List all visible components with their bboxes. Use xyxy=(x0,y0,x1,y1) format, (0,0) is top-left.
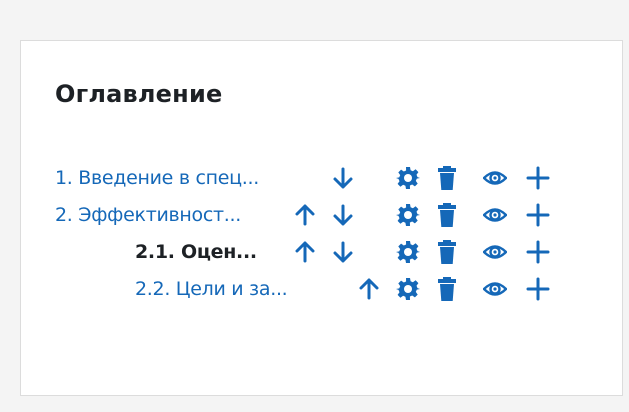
trash-icon[interactable] xyxy=(435,240,459,264)
arrow-up-icon[interactable] xyxy=(357,277,381,301)
toc-heading: Оглавление xyxy=(55,80,223,108)
arrow-up-icon[interactable] xyxy=(293,240,317,264)
gear-icon[interactable] xyxy=(396,166,420,190)
toc-item-link[interactable]: 2. Эффективност... xyxy=(55,204,241,226)
trash-icon[interactable] xyxy=(435,203,459,227)
arrow-down-icon[interactable] xyxy=(331,166,355,190)
arrow-down-icon[interactable] xyxy=(331,203,355,227)
eye-icon[interactable] xyxy=(483,203,507,227)
eye-icon[interactable] xyxy=(483,240,507,264)
toc-item-1: 1. Введение в спец... xyxy=(21,159,622,196)
toc-block: Оглавление 1. Введение в спец... 2. Эффе… xyxy=(20,40,623,396)
toc-item-link-current[interactable]: 2.1. Оцен... xyxy=(135,241,257,263)
gear-icon[interactable] xyxy=(396,277,420,301)
toc-item-link[interactable]: 2.2. Цели и за... xyxy=(135,278,288,300)
toc-item-2-2: 2.2. Цели и за... xyxy=(21,270,622,307)
trash-icon[interactable] xyxy=(435,277,459,301)
plus-icon[interactable] xyxy=(526,277,550,301)
plus-icon[interactable] xyxy=(526,240,550,264)
arrow-up-icon[interactable] xyxy=(293,203,317,227)
eye-icon[interactable] xyxy=(483,166,507,190)
toc-list: 1. Введение в спец... 2. Эффективност... xyxy=(21,159,622,307)
toc-item-link[interactable]: 1. Введение в спец... xyxy=(55,167,259,189)
arrow-down-icon[interactable] xyxy=(331,240,355,264)
gear-icon[interactable] xyxy=(396,203,420,227)
plus-icon[interactable] xyxy=(526,166,550,190)
gear-icon[interactable] xyxy=(396,240,420,264)
toc-item-2: 2. Эффективност... xyxy=(21,196,622,233)
plus-icon[interactable] xyxy=(526,203,550,227)
eye-icon[interactable] xyxy=(483,277,507,301)
trash-icon[interactable] xyxy=(435,166,459,190)
toc-item-2-1: 2.1. Оцен... xyxy=(21,233,622,270)
